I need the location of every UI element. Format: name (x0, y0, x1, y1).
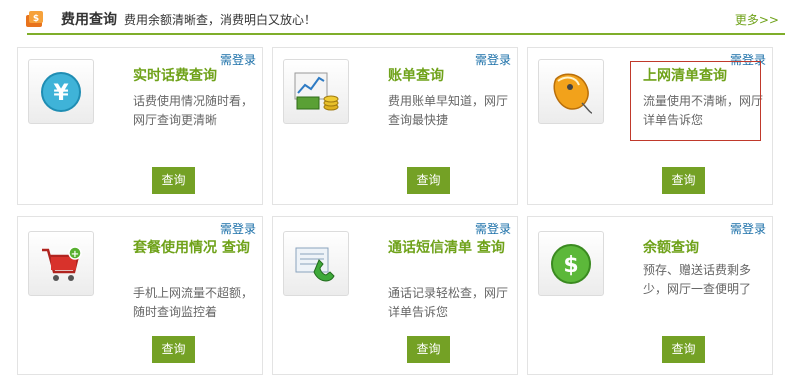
card-title[interactable]: 套餐使用情况 查询 (133, 239, 258, 258)
phone-list-icon (283, 231, 349, 296)
card-description: 话费使用情况随时看，网厅查询更清晰 (133, 94, 254, 127)
card-plan-usage: 需登录 + 套餐使用情况 查询 手机上网流量不超额，随时查询监控着 查询 (17, 216, 263, 375)
card-description: 费用账单早知道，网厅查询最快捷 (388, 94, 509, 127)
query-button[interactable]: 查询 (152, 167, 195, 194)
card-description: 通话记录轻松查，网厅详单告诉您 (388, 286, 509, 319)
card-call-sms-detail: 需登录 通话短信清单 查询 通话记录轻松查，网厅详单告诉您 查询 (272, 216, 518, 375)
svg-text:¥: ¥ (53, 81, 69, 106)
svg-text:$: $ (33, 14, 39, 24)
header-subtitle: 费用余额清晰查，消费明白又放心！ (124, 13, 317, 27)
coin-stack-icon: $ (24, 9, 46, 29)
login-required-link[interactable]: 需登录 (730, 220, 766, 237)
login-required-link[interactable]: 需登录 (475, 220, 511, 237)
more-link[interactable]: 更多>> (735, 11, 779, 28)
page-title: 费用查询 (61, 12, 117, 28)
section-header: $ 费用查询 费用余额清晰查，消费明白又放心！ 更多>> (10, 0, 797, 36)
card-title[interactable]: 账单查询 (388, 67, 444, 86)
card-title[interactable]: 实时话费查询 (133, 67, 217, 86)
query-button[interactable]: 查询 (407, 336, 450, 363)
query-button[interactable]: 查询 (407, 167, 450, 194)
card-realtime-fee: 需登录 ¥ 实时话费查询 话费使用情况随时看，网厅查询更清晰 查询 (17, 47, 263, 205)
query-button[interactable]: 查询 (152, 336, 195, 363)
yen-circle-icon: ¥ (28, 59, 94, 124)
highlight-annotation (630, 61, 761, 141)
query-button[interactable]: 查询 (662, 167, 705, 194)
mouse-icon (538, 59, 604, 124)
login-required-link[interactable]: 需登录 (220, 220, 256, 237)
header-divider (27, 33, 785, 35)
bill-chart-money-icon (283, 59, 349, 124)
dollar-circle-icon: $ (538, 231, 604, 296)
card-balance: 需登录 $ 余额查询 预存、赠送话费剩多少，网厅一查便明了 查询 (527, 216, 773, 375)
svg-text:$: $ (563, 253, 578, 278)
query-button[interactable]: 查询 (662, 336, 705, 363)
shopping-cart-icon: + (28, 231, 94, 296)
card-bill: 需登录 账单查询 费用账单早知道，网厅查询最快捷 查询 (272, 47, 518, 205)
login-required-link[interactable]: 需登录 (220, 51, 256, 68)
svg-text:+: + (71, 249, 79, 260)
card-description: 手机上网流量不超额，随时查询监控着 (133, 286, 254, 319)
card-title[interactable]: 通话短信清单 查询 (388, 239, 513, 258)
card-title[interactable]: 余额查询 (643, 239, 699, 258)
login-required-link[interactable]: 需登录 (475, 51, 511, 68)
card-description: 预存、赠送话费剩多少，网厅一查便明了 (643, 263, 752, 296)
